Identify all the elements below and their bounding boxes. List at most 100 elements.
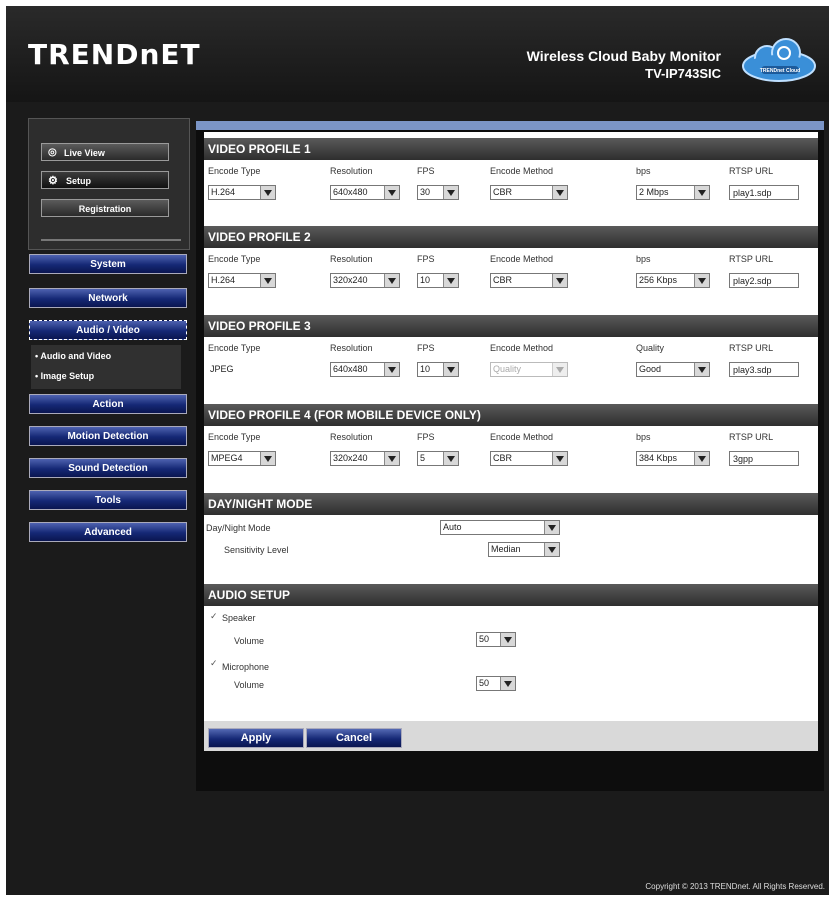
submenu-audio-and-video[interactable]: • Audio and Video [35,351,111,361]
p1-resolution-select[interactable]: 640x480 [330,185,400,200]
chevron-down-icon [384,274,399,287]
setup-button[interactable]: ⚙ Setup [41,171,169,189]
header: TRENDnET Wireless Cloud Baby Monitor TV-… [6,6,829,102]
chevron-down-icon [552,363,567,376]
nav-audio-video[interactable]: Audio / Video [29,320,187,340]
daynight-mode-label: Day/Night Mode [206,523,271,533]
p4-resolution-select[interactable]: 320x240 [330,451,400,466]
cloud-icon: TRENDnet Cloud [742,38,816,82]
p1-rtsp-url-input[interactable] [729,185,799,200]
live-view-label: Live View [64,148,105,158]
sidebar-divider [41,239,181,241]
p1-encode-type-select[interactable]: H.264 [208,185,276,200]
p2-fps-select[interactable]: 10 [417,273,459,288]
settings-content: VIDEO PROFILE 1 Encode Type Resolution F… [204,132,818,731]
audio-video-submenu: • Audio and Video • Image Setup [31,345,181,389]
col-fps: FPS [417,432,435,442]
col-encode-type: Encode Type [208,432,261,442]
col-encode-method: Encode Method [490,343,554,353]
app-frame: TRENDnET Wireless Cloud Baby Monitor TV-… [6,6,829,895]
daynight-header: DAY/NIGHT MODE [204,493,818,515]
chevron-down-icon [443,274,458,287]
chevron-down-icon [260,186,275,199]
p3-rtsp-url-input[interactable] [729,362,799,377]
microphone-checkbox[interactable]: ✓ [210,658,218,669]
col-resolution: Resolution [330,166,373,176]
chevron-down-icon [552,186,567,199]
daynight-mode-select[interactable]: Auto [440,520,560,535]
nav-tools[interactable]: Tools [29,490,187,510]
col-rtsp-url: RTSP URL [729,343,774,353]
sidebar-top-panel: ◎ Live View ⚙ Setup Registration [28,118,190,250]
cancel-button[interactable]: Cancel [306,728,402,748]
chevron-down-icon [384,363,399,376]
col-rtsp-url: RTSP URL [729,432,774,442]
registration-button[interactable]: Registration [41,199,169,217]
product-model: TV-IP743SIC [645,66,721,81]
col-resolution: Resolution [330,432,373,442]
nav-sound-detection[interactable]: Sound Detection [29,458,187,478]
chevron-down-icon [260,452,275,465]
p4-rtsp-url-input[interactable] [729,451,799,466]
col-rtsp-url: RTSP URL [729,254,774,264]
chevron-down-icon [500,633,515,646]
main-topbar [196,121,824,130]
p2-bps-select[interactable]: 256 Kbps [636,273,710,288]
nav-advanced[interactable]: Advanced [29,522,187,542]
speaker-volume-label: Volume [234,636,265,646]
chevron-down-icon [260,274,275,287]
microphone-volume-label: Volume [234,680,265,690]
chevron-down-icon [443,186,458,199]
chevron-down-icon [694,363,709,376]
col-fps: FPS [417,254,435,264]
chevron-down-icon [694,452,709,465]
p3-quality-select[interactable]: Good [636,362,710,377]
p1-bps-select[interactable]: 2 Mbps [636,185,710,200]
p4-encode-type-select[interactable]: MPEG4 [208,451,276,466]
col-encode-type: Encode Type [208,343,261,353]
live-view-button[interactable]: ◎ Live View [41,143,169,161]
speaker-volume-select[interactable]: 50 [476,632,516,647]
col-resolution: Resolution [330,254,373,264]
apply-button[interactable]: Apply [208,728,304,748]
p3-encode-type-value: JPEG [210,364,234,374]
sensitivity-level-select[interactable]: Median [488,542,560,557]
p1-encode-method-select[interactable]: CBR [490,185,568,200]
microphone-label: Microphone [222,662,270,672]
col-encode-method: Encode Method [490,254,554,264]
action-button-bar: Apply Cancel [204,721,818,751]
p4-encode-method-select[interactable]: CBR [490,451,568,466]
chevron-down-icon [552,274,567,287]
p2-encode-type-select[interactable]: H.264 [208,273,276,288]
submenu-image-setup[interactable]: • Image Setup [35,371,94,381]
speaker-checkbox[interactable]: ✓ [210,611,218,622]
p4-fps-select[interactable]: 5 [417,451,459,466]
col-resolution: Resolution [330,343,373,353]
p3-fps-select[interactable]: 10 [417,362,459,377]
chevron-down-icon [694,186,709,199]
col-fps: FPS [417,343,435,353]
product-name: Wireless Cloud Baby Monitor [526,48,721,64]
nav-network[interactable]: Network [29,288,187,308]
video-profile-1-header: VIDEO PROFILE 1 [204,138,818,160]
p3-resolution-select[interactable]: 640x480 [330,362,400,377]
p2-resolution-select[interactable]: 320x240 [330,273,400,288]
nav-motion-detection[interactable]: Motion Detection [29,426,187,446]
nav-system[interactable]: System [29,254,187,274]
p2-rtsp-url-input[interactable] [729,273,799,288]
chevron-down-icon [552,452,567,465]
col-quality: Quality [636,343,665,353]
p4-bps-select[interactable]: 384 Kbps [636,451,710,466]
registration-label: Registration [78,204,132,214]
copyright-text: Copyright © 2013 TRENDnet. All Rights Re… [645,882,825,891]
col-rtsp-url: RTSP URL [729,166,774,176]
chevron-down-icon [384,452,399,465]
microphone-volume-select[interactable]: 50 [476,676,516,691]
product-info: Wireless Cloud Baby Monitor TV-IP743SIC [527,48,721,81]
p2-encode-method-select[interactable]: CBR [490,273,568,288]
nav-action[interactable]: Action [29,394,187,414]
speaker-label: Speaker [222,613,256,623]
p1-fps-select[interactable]: 30 [417,185,459,200]
gear-icon: ⚙ [48,175,58,187]
video-profile-3-header: VIDEO PROFILE 3 [204,315,818,337]
